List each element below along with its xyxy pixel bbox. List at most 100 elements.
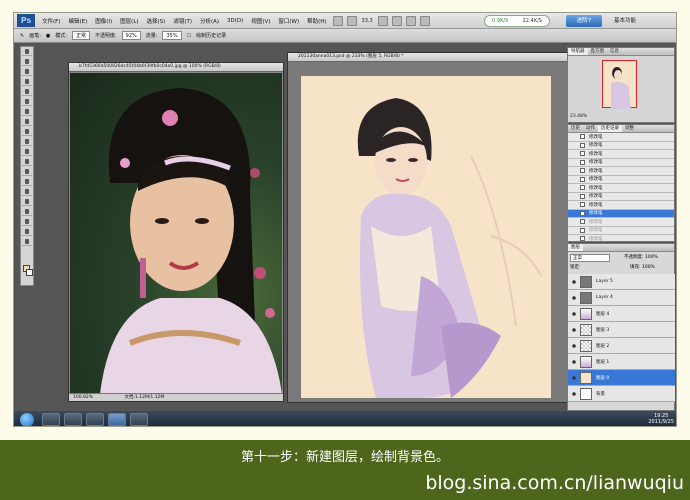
tab-histogram[interactable]: 直方图: [588, 48, 608, 55]
visibility-eye-icon[interactable]: [570, 357, 578, 366]
menu-image[interactable]: 图像(I): [91, 17, 116, 25]
history-step[interactable]: 修改笔: [568, 150, 674, 159]
zoom-level[interactable]: 33.3: [362, 18, 373, 24]
hand-tool-icon[interactable]: [377, 15, 388, 26]
document-window-painting[interactable]: 201130anna013.psd @ 233% (图层 5, RGB/8) *: [287, 52, 570, 403]
tab-history-2[interactable]: 历史记录: [598, 125, 622, 132]
airbrush-checkbox[interactable]: ☐: [187, 33, 191, 39]
menu-3d[interactable]: 3D(D): [223, 18, 247, 24]
document-canvas[interactable]: [301, 76, 551, 398]
flow-input[interactable]: 35%: [162, 31, 182, 40]
history-step[interactable]: 修改笔: [568, 158, 674, 167]
history-step[interactable]: 修改笔: [568, 141, 674, 150]
document-canvas[interactable]: [70, 73, 282, 394]
tab-history-3[interactable]: 调整: [622, 125, 637, 132]
opacity-input[interactable]: 92%: [121, 31, 141, 40]
dodge-tool-icon[interactable]: [22, 178, 32, 186]
menu-edit[interactable]: 编辑(E): [64, 17, 91, 25]
taskbar-explorer-icon[interactable]: [42, 413, 60, 426]
menu-filter[interactable]: 滤镜(T): [169, 17, 196, 25]
shape-tool-icon[interactable]: [22, 218, 32, 226]
taskbar-ie-icon[interactable]: [86, 413, 104, 426]
cs-live-button[interactable]: 进阶7: [566, 15, 602, 27]
mode-select[interactable]: 正常: [71, 31, 90, 40]
history-step[interactable]: 修改笔: [568, 226, 674, 235]
taskbar-qq-icon[interactable]: [130, 413, 148, 426]
history-step[interactable]: 修改笔: [568, 192, 674, 201]
layer-row[interactable]: 背景: [568, 386, 675, 402]
lasso-tool-icon[interactable]: [22, 68, 32, 76]
document-zoom[interactable]: 100.82%: [73, 395, 93, 400]
history-step[interactable]: 修改笔: [568, 167, 674, 176]
menu-window[interactable]: 窗口(W): [274, 17, 303, 25]
history-step[interactable]: 修改笔: [568, 133, 674, 142]
layer-row[interactable]: 图层 3: [568, 322, 675, 338]
menu-help[interactable]: 帮助(H): [303, 17, 330, 25]
navigator-zoom[interactable]: 23.48%: [570, 114, 587, 119]
layer-row[interactable]: 图层 4: [568, 306, 675, 322]
history-step[interactable]: 修改笔: [568, 209, 674, 218]
arrange-documents-icon[interactable]: [405, 15, 416, 26]
visibility-eye-icon[interactable]: [570, 293, 578, 302]
eyedropper-tool-icon[interactable]: [22, 98, 32, 106]
tab-history-0[interactable]: 历史: [568, 125, 583, 132]
clone-stamp-tool-icon[interactable]: [22, 128, 32, 136]
history-step[interactable]: 修改笔: [568, 175, 674, 184]
visibility-eye-icon[interactable]: [570, 373, 578, 382]
menu-select[interactable]: 选择(S): [143, 17, 170, 25]
menu-view[interactable]: 视图(V): [247, 17, 274, 25]
move-tool-icon[interactable]: [22, 48, 32, 56]
visibility-eye-icon[interactable]: [570, 389, 578, 398]
tab-info[interactable]: 信息: [607, 48, 622, 55]
layer-row[interactable]: Layer 5: [568, 274, 675, 290]
blur-tool-icon[interactable]: [22, 168, 32, 176]
layer-fill[interactable]: 填充: 100%: [630, 264, 655, 270]
history-step[interactable]: 修改笔: [568, 184, 674, 193]
brush-tool-icon[interactable]: ✎: [20, 33, 24, 39]
layer-row[interactable]: 图层 2: [568, 338, 675, 354]
mini-bridge-icon[interactable]: [346, 15, 357, 26]
taskbar-photoshop-icon[interactable]: [108, 413, 126, 426]
history-step[interactable]: 修改笔: [568, 218, 674, 227]
menu-analysis[interactable]: 分析(A): [196, 17, 223, 25]
screen-mode-icon[interactable]: [419, 15, 430, 26]
layer-opacity[interactable]: 不透明度: 100%: [624, 254, 658, 260]
layer-opacity-value[interactable]: 100%: [645, 255, 658, 260]
gradient-tool-icon[interactable]: [22, 158, 32, 166]
visibility-eye-icon[interactable]: [570, 341, 578, 350]
workspace-switcher[interactable]: 基本功能: [614, 16, 636, 24]
bridge-icon[interactable]: [332, 15, 343, 26]
path-select-tool-icon[interactable]: [22, 208, 32, 216]
marquee-tool-icon[interactable]: [22, 58, 32, 66]
layer-row[interactable]: 图层 1: [568, 354, 675, 370]
tab-navigator[interactable]: 导航器: [568, 48, 588, 55]
menu-file[interactable]: 文件(F): [38, 17, 64, 25]
document-window-photo[interactable]: b7fd5366d500926dc45f44b6f39fb0c04a0.jpg …: [68, 62, 284, 402]
visibility-eye-icon[interactable]: [570, 277, 578, 286]
navigator-view-box[interactable]: [602, 60, 637, 109]
history-step[interactable]: 修改笔: [568, 201, 674, 210]
background-color-swatch[interactable]: [26, 269, 33, 276]
blend-mode-select[interactable]: 正常: [570, 254, 610, 262]
eraser-tool-icon[interactable]: [22, 148, 32, 156]
type-tool-icon[interactable]: [22, 198, 32, 206]
system-clock[interactable]: 19:25 2011/9/25: [648, 413, 674, 425]
document-title[interactable]: b7fd5366d500926dc45f44b6f39fb0c04a0.jpg …: [69, 63, 283, 72]
document-title[interactable]: 201130anna013.psd @ 233% (图层 5, RGB/8) *: [288, 53, 569, 62]
tab-layers[interactable]: 图层: [568, 244, 583, 251]
brush-tool-icon[interactable]: [22, 118, 32, 126]
quick-select-tool-icon[interactable]: [22, 78, 32, 86]
layer-fill-value[interactable]: 100%: [642, 265, 655, 270]
pen-tool-icon[interactable]: [22, 188, 32, 196]
history-step[interactable]: 修改笔: [568, 235, 674, 241]
start-button[interactable]: [20, 412, 34, 426]
healing-brush-tool-icon[interactable]: [22, 108, 32, 116]
zoom-tool-icon[interactable]: [22, 238, 32, 246]
hand-tool-icon[interactable]: [22, 228, 32, 236]
history-brush-tool-icon[interactable]: [22, 138, 32, 146]
brush-preset-picker[interactable]: ●: [46, 33, 50, 39]
layer-row[interactable]: 图层 0: [568, 370, 675, 386]
taskbar-media-icon[interactable]: [64, 413, 82, 426]
tab-history-1[interactable]: 动作: [583, 125, 598, 132]
visibility-eye-icon[interactable]: [570, 309, 578, 318]
